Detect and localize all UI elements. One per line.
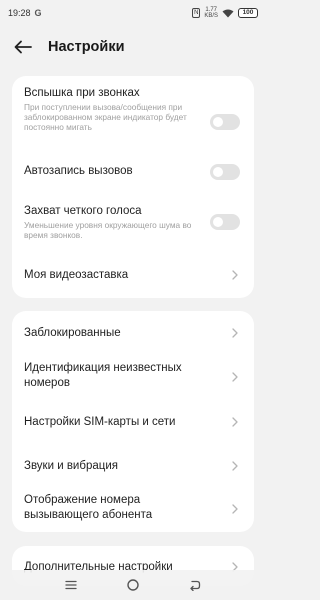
caller-id-title: Отображение номера вызывающего абонента <box>24 494 153 521</box>
blocked-row[interactable]: Заблокированные <box>12 317 254 349</box>
flash-on-call-text: Вспышка при звонках При поступлении вызо… <box>24 86 212 132</box>
video-screensaver-row[interactable]: Моя видеозаставка <box>12 260 254 290</box>
status-time: 19:28 <box>8 8 31 18</box>
settings-card-1: Вспышка при звонках При поступлении вызо… <box>12 76 254 298</box>
settings-card-2: Заблокированные Идентификация неизвестны… <box>12 311 254 532</box>
sim-settings-title: Настройки SIM-карты и сети <box>24 416 176 428</box>
clear-voice-toggle[interactable] <box>210 214 240 230</box>
flash-on-call-toggle[interactable] <box>210 114 240 130</box>
unknown-id-title: Идентификация неизвестных номеров <box>24 362 182 389</box>
flash-on-call-row[interactable]: Вспышка при звонках При поступлении вызо… <box>12 86 254 146</box>
clear-voice-row[interactable]: Захват четкого голоса Уменьшение уровня … <box>12 202 254 252</box>
clear-voice-title: Захват четкого голоса <box>24 205 142 217</box>
status-right: N 1.77 KB/S 100 <box>192 7 258 19</box>
unknown-id-row[interactable]: Идентификация неизвестных номеров <box>12 359 254 395</box>
sounds-row[interactable]: Звуки и вибрация <box>12 451 254 481</box>
blocked-title: Заблокированные <box>24 327 121 339</box>
clear-voice-subtitle: Уменьшение уровня окружающего шума во вр… <box>24 220 192 240</box>
back-icon[interactable] <box>185 575 205 595</box>
page-title: Настройки <box>48 39 125 55</box>
flash-on-call-subtitle: При поступлении вызова/сообщения при заб… <box>24 102 187 132</box>
status-left: 19:28 G <box>8 8 42 18</box>
nfc-icon: N <box>192 8 201 18</box>
clear-voice-text: Захват четкого голоса Уменьшение уровня … <box>24 204 212 240</box>
video-screensaver-title: Моя видеозаставка <box>24 269 129 281</box>
chevron-right-icon <box>232 461 238 471</box>
sounds-text: Звуки и вибрация <box>24 459 212 473</box>
network-speed-unit: KB/S <box>204 13 218 19</box>
wifi-icon <box>222 9 234 17</box>
chevron-right-icon <box>232 270 238 280</box>
unknown-id-text: Идентификация неизвестных номеров <box>24 361 212 391</box>
auto-record-toggle[interactable] <box>210 164 240 180</box>
auto-record-row[interactable]: Автозапись вызовов <box>12 156 254 186</box>
flash-on-call-title: Вспышка при звонках <box>24 87 140 99</box>
arrow-left-icon[interactable] <box>14 37 34 57</box>
sim-settings-row[interactable]: Настройки SIM-карты и сети <box>12 407 254 437</box>
video-screensaver-text: Моя видеозаставка <box>24 268 212 282</box>
chevron-right-icon <box>232 504 238 514</box>
caller-id-text: Отображение номера вызывающего абонента <box>24 493 212 523</box>
network-speed: 1.77 KB/S <box>204 7 218 19</box>
auto-record-text: Автозапись вызовов <box>24 164 212 178</box>
blocked-text: Заблокированные <box>24 326 212 340</box>
sim-settings-text: Настройки SIM-карты и сети <box>24 415 212 429</box>
chevron-right-icon <box>232 372 238 382</box>
sounds-title: Звуки и вибрация <box>24 460 118 472</box>
caller-id-row[interactable]: Отображение номера вызывающего абонента <box>12 491 254 527</box>
menu-icon[interactable] <box>61 575 81 595</box>
battery-icon: 100 <box>238 8 258 18</box>
navigation-bar <box>0 570 266 600</box>
google-icon: G <box>34 8 42 18</box>
chevron-right-icon <box>232 328 238 338</box>
home-icon[interactable] <box>123 575 143 595</box>
status-bar: 19:28 G N 1.77 KB/S 100 <box>0 0 266 26</box>
auto-record-title: Автозапись вызовов <box>24 165 133 177</box>
header: Настройки <box>0 28 266 66</box>
chevron-right-icon <box>232 417 238 427</box>
